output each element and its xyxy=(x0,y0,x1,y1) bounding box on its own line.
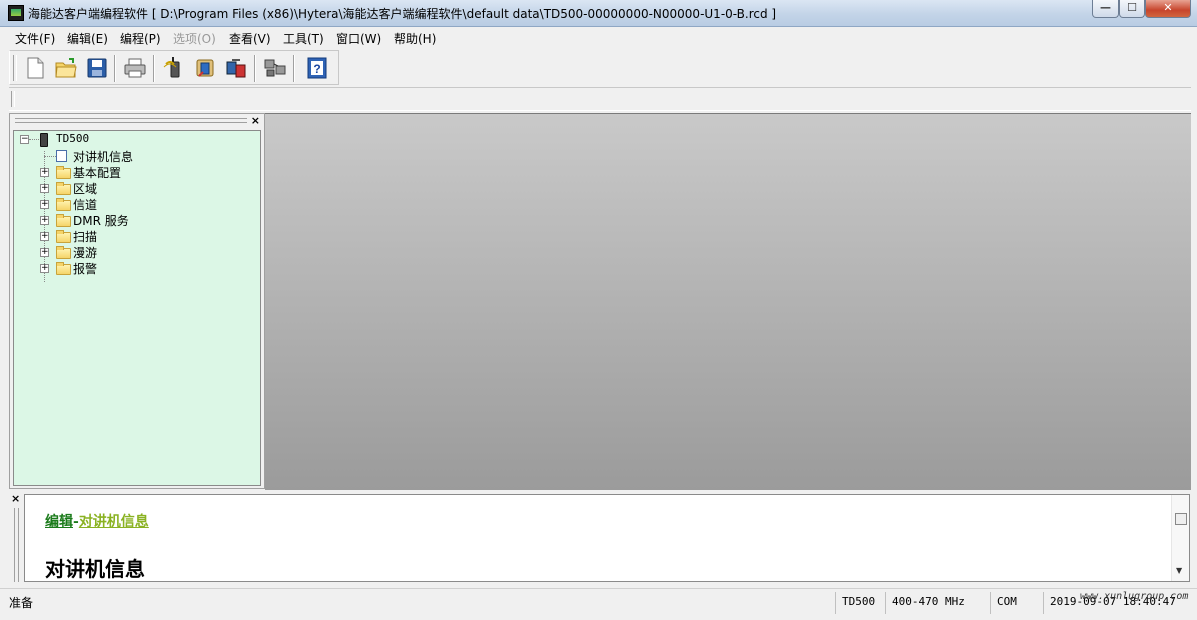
expand-icon[interactable]: + xyxy=(40,232,49,241)
status-model: TD500 xyxy=(842,595,876,608)
status-bar: 准备 TD500 400-470 MHz COM 2019-09-07 18:4… xyxy=(0,588,1197,620)
toolbar-grip[interactable] xyxy=(11,91,15,107)
menu-tools[interactable]: 工具(T) xyxy=(283,30,324,47)
folder-icon xyxy=(56,198,71,211)
scroll-down-icon[interactable]: ▼ xyxy=(1176,566,1182,575)
help-heading: 对讲机信息 xyxy=(45,557,145,581)
toolbar-separator xyxy=(114,55,116,82)
window-title: 海能达客户端编程软件 [ D:\Program Files (x86)\Hyte… xyxy=(28,7,777,21)
help-panel: × 编辑-对讲机信息 对讲机信息 ▼ xyxy=(9,490,1191,585)
mdi-workspace[interactable] xyxy=(265,113,1191,490)
help-icon[interactable]: ? xyxy=(305,56,329,80)
expand-icon[interactable]: + xyxy=(40,248,49,257)
tree-item-basic-config[interactable]: + 基本配置 xyxy=(20,164,250,180)
folder-icon xyxy=(56,230,71,243)
menu-program[interactable]: 编程(P) xyxy=(120,30,161,47)
secondary-toolbar xyxy=(9,87,1191,111)
tree-item-label: 扫描 xyxy=(73,230,98,244)
tree-item-label: 基本配置 xyxy=(73,166,122,180)
expand-icon[interactable]: + xyxy=(40,200,49,209)
toolbar-grip[interactable] xyxy=(13,55,17,81)
minimize-button[interactable]: — xyxy=(1092,0,1119,18)
navigation-panel: × − TD500 对讲机信息 + 基本配置 + 区域 + 信道 + DMR 服… xyxy=(9,113,265,489)
status-band: 400-470 MHz xyxy=(892,595,965,608)
toolbar-separator xyxy=(254,55,256,82)
new-file-icon[interactable] xyxy=(23,56,47,80)
network-icon[interactable] xyxy=(263,56,287,80)
tree-item-radio-info[interactable]: 对讲机信息 xyxy=(20,148,250,164)
tree-item-zone[interactable]: + 区域 xyxy=(20,180,250,196)
folder-icon xyxy=(56,214,71,227)
tree-item-scan[interactable]: + 扫描 xyxy=(20,228,250,244)
menu-view[interactable]: 查看(V) xyxy=(229,30,271,47)
menu-window[interactable]: 窗口(W) xyxy=(336,30,381,47)
status-divider xyxy=(885,592,886,614)
scrollbar-thumb[interactable] xyxy=(1175,513,1187,525)
vertical-scrollbar[interactable]: ▼ xyxy=(1171,495,1189,581)
maximize-button[interactable]: ☐ xyxy=(1119,0,1145,18)
toolbar-separator xyxy=(153,55,155,82)
status-divider xyxy=(990,592,991,614)
close-button[interactable]: ✕ xyxy=(1145,0,1191,18)
panel-header: × xyxy=(10,114,264,128)
radio-device-icon xyxy=(40,133,48,147)
tree-root-label: TD500 xyxy=(56,132,90,145)
expand-icon[interactable]: + xyxy=(40,184,49,193)
read-radio-icon[interactable] xyxy=(162,56,186,80)
help-panel-close-icon[interactable]: × xyxy=(11,492,20,505)
panel-grip[interactable] xyxy=(14,508,19,582)
tree-item-label: DMR 服务 xyxy=(73,214,129,228)
menu-bar: 文件(F) 编辑(E) 编程(P) 选项(O) 查看(V) 工具(T) 窗口(W… xyxy=(0,27,1197,49)
print-icon[interactable] xyxy=(123,56,147,80)
expand-icon[interactable]: + xyxy=(40,168,49,177)
menu-file[interactable]: 文件(F) xyxy=(15,30,55,47)
expand-icon[interactable]: + xyxy=(40,264,49,273)
status-ready: 准备 xyxy=(9,596,34,610)
watermark-text: www.xunlugroup.com xyxy=(1080,591,1189,602)
tree-root[interactable]: − TD500 xyxy=(20,132,250,148)
clone-radio-icon[interactable] xyxy=(224,56,248,80)
folder-icon xyxy=(56,166,71,179)
folder-icon xyxy=(56,182,71,195)
status-divider xyxy=(835,592,836,614)
panel-grip[interactable] xyxy=(15,118,247,123)
menu-edit[interactable]: 编辑(E) xyxy=(67,30,108,47)
save-icon[interactable] xyxy=(85,56,109,80)
title-bar: 海能达客户端编程软件 [ D:\Program Files (x86)\Hyte… xyxy=(0,0,1197,27)
folder-icon xyxy=(56,262,71,275)
help-content: 编辑-对讲机信息 对讲机信息 ▼ xyxy=(24,494,1190,582)
open-folder-icon[interactable] xyxy=(54,56,78,80)
tree-item-label: 区域 xyxy=(73,182,98,196)
status-port: COM xyxy=(997,595,1017,608)
write-radio-icon[interactable] xyxy=(193,56,217,80)
panel-close-icon[interactable]: × xyxy=(251,114,260,127)
folder-icon xyxy=(56,246,71,259)
tree-item-label: 信道 xyxy=(73,198,98,212)
tree-connector xyxy=(44,156,56,157)
menu-options[interactable]: 选项(O) xyxy=(173,30,216,47)
main-toolbar: ? xyxy=(9,50,339,85)
tree-item-dmr-service[interactable]: + DMR 服务 xyxy=(20,212,250,228)
breadcrumb-current-link[interactable]: 对讲机信息 xyxy=(79,514,149,530)
tree-item-channel[interactable]: + 信道 xyxy=(20,196,250,212)
tree-item-label: 报警 xyxy=(73,262,98,276)
toolbar-separator xyxy=(293,55,295,82)
breadcrumb-edit-link[interactable]: 编辑 xyxy=(45,514,73,530)
navigation-tree: − TD500 对讲机信息 + 基本配置 + 区域 + 信道 + DMR 服务 … xyxy=(13,130,261,486)
breadcrumb: 编辑-对讲机信息 xyxy=(45,511,149,531)
document-icon xyxy=(56,150,67,162)
tree-item-alarm[interactable]: + 报警 xyxy=(20,260,250,276)
app-icon[interactable] xyxy=(8,5,24,21)
svg-text:?: ? xyxy=(313,62,320,76)
expand-icon[interactable]: + xyxy=(40,216,49,225)
tree-item-label: 漫游 xyxy=(73,246,98,260)
status-divider xyxy=(1043,592,1044,614)
menu-help[interactable]: 帮助(H) xyxy=(394,30,436,47)
collapse-icon[interactable]: − xyxy=(20,135,29,144)
tree-item-roaming[interactable]: + 漫游 xyxy=(20,244,250,260)
tree-item-label: 对讲机信息 xyxy=(73,150,134,164)
